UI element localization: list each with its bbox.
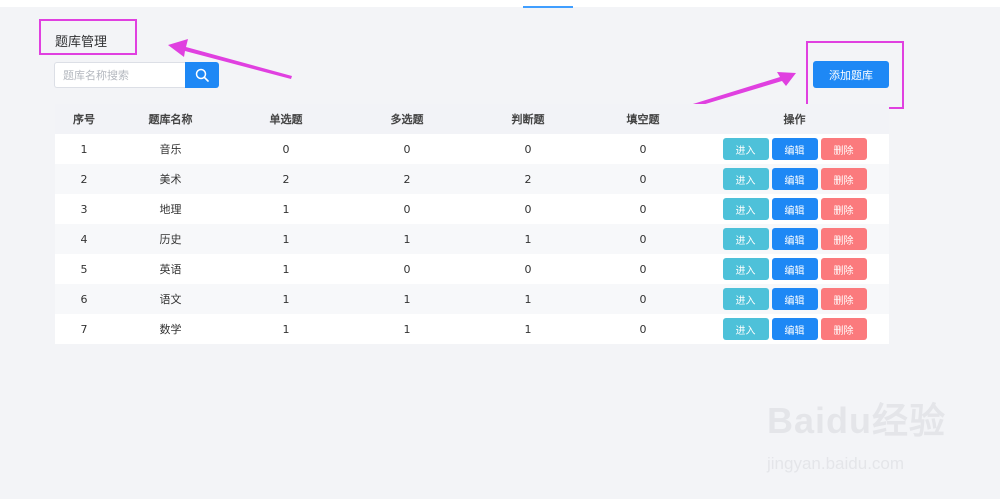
- cell-actions: 进入 编辑 删除: [700, 288, 889, 310]
- cell-fill-blank: 0: [639, 322, 647, 336]
- cell-single-choice: 1: [282, 292, 290, 306]
- cell-name: 数学: [159, 323, 182, 336]
- cell-multiple-choice: 1: [403, 322, 411, 336]
- table-row: 6 语文 1 1 1 0 进入 编辑 删除: [55, 284, 889, 314]
- cell-name: 音乐: [159, 143, 182, 156]
- table-row: 5 英语 1 0 0 0 进入 编辑 删除: [55, 254, 889, 284]
- cell-multiple-choice: 1: [403, 292, 411, 306]
- table-header: 序号 题库名称 单选题 多选题 判断题 填空题 操作: [55, 104, 889, 134]
- cell-fill-blank: 0: [639, 232, 647, 246]
- delete-button[interactable]: 删除: [820, 138, 867, 160]
- column-header-single-choice: 单选题: [269, 113, 303, 126]
- cell-multiple-choice: 0: [403, 202, 411, 216]
- cell-fill-blank: 0: [639, 292, 647, 306]
- cell-actions: 进入 编辑 删除: [700, 138, 889, 160]
- enter-button[interactable]: 进入: [722, 198, 769, 220]
- cell-true-false: 2: [524, 172, 532, 186]
- table-body: 1 音乐 0 0 0 0 进入 编辑 删除 2 美术 2 2 2 0 进入 编辑 删除 3 地理 1 0 0 0 进入 编辑 删除 4…: [55, 134, 889, 344]
- table-row: 4 历史 1 1 1 0 进入 编辑 删除: [55, 224, 889, 254]
- cell-true-false: 0: [524, 202, 532, 216]
- enter-button[interactable]: 进入: [722, 318, 769, 340]
- search-bar: [54, 62, 219, 88]
- cell-multiple-choice: 0: [403, 262, 411, 276]
- cell-single-choice: 1: [282, 202, 290, 216]
- question-bank-table: 序号 题库名称 单选题 多选题 判断题 填空题 操作 1 音乐 0 0 0 0 进入 编辑 删除…: [55, 104, 889, 344]
- column-header-name: 题库名称: [148, 113, 193, 126]
- cell-actions: 进入 编辑 删除: [700, 198, 889, 220]
- cell-true-false: 0: [524, 262, 532, 276]
- column-header-multiple-choice: 多选题: [390, 113, 424, 126]
- column-header-true-false: 判断题: [511, 113, 545, 126]
- cell-actions: 进入 编辑 删除: [700, 318, 889, 340]
- table-row: 1 音乐 0 0 0 0 进入 编辑 删除: [55, 134, 889, 164]
- cell-true-false: 1: [524, 232, 532, 246]
- edit-button[interactable]: 编辑: [771, 168, 818, 190]
- cell-multiple-choice: 2: [403, 172, 411, 186]
- edit-button[interactable]: 编辑: [771, 228, 818, 250]
- edit-button[interactable]: 编辑: [771, 318, 818, 340]
- delete-button[interactable]: 删除: [820, 228, 867, 250]
- delete-button[interactable]: 删除: [820, 198, 867, 220]
- cell-index: 2: [80, 172, 88, 186]
- edit-button[interactable]: 编辑: [771, 198, 818, 220]
- baidu-jingyan-watermark: Baidu经验 jingyan.baidu.com: [765, 392, 985, 482]
- search-icon: [195, 68, 209, 82]
- table-row: 3 地理 1 0 0 0 进入 编辑 删除: [55, 194, 889, 224]
- cell-true-false: 1: [524, 322, 532, 336]
- delete-button[interactable]: 删除: [820, 258, 867, 280]
- delete-button[interactable]: 删除: [820, 318, 867, 340]
- edit-button[interactable]: 编辑: [771, 288, 818, 310]
- cell-single-choice: 1: [282, 322, 290, 336]
- cell-name: 历史: [159, 233, 182, 246]
- cell-single-choice: 1: [282, 262, 290, 276]
- edit-button[interactable]: 编辑: [771, 258, 818, 280]
- enter-button[interactable]: 进入: [722, 228, 769, 250]
- watermark-brand: Baidu经验: [767, 400, 947, 441]
- cell-actions: 进入 编辑 删除: [700, 228, 889, 250]
- cell-true-false: 0: [524, 142, 532, 156]
- cell-single-choice: 2: [282, 172, 290, 186]
- cell-index: 1: [80, 142, 88, 156]
- table-row: 2 美术 2 2 2 0 进入 编辑 删除: [55, 164, 889, 194]
- cell-name: 地理: [159, 203, 182, 216]
- cell-single-choice: 1: [282, 232, 290, 246]
- edit-button[interactable]: 编辑: [771, 138, 818, 160]
- cell-actions: 进入 编辑 删除: [700, 168, 889, 190]
- top-bar: [0, 0, 1000, 7]
- delete-button[interactable]: 删除: [820, 288, 867, 310]
- cell-name: 语文: [159, 293, 182, 306]
- cell-true-false: 1: [524, 292, 532, 306]
- delete-button[interactable]: 删除: [820, 168, 867, 190]
- enter-button[interactable]: 进入: [722, 168, 769, 190]
- cell-actions: 进入 编辑 删除: [700, 258, 889, 280]
- column-header-actions: 操作: [783, 113, 806, 126]
- cell-name: 美术: [159, 173, 182, 186]
- cell-index: 3: [80, 202, 88, 216]
- column-header-fill-blank: 填空题: [626, 113, 660, 126]
- cell-single-choice: 0: [282, 142, 290, 156]
- cell-index: 7: [80, 322, 88, 336]
- watermark-url: jingyan.baidu.com: [767, 454, 905, 473]
- cell-multiple-choice: 0: [403, 142, 411, 156]
- cell-fill-blank: 0: [639, 172, 647, 186]
- add-question-bank-button[interactable]: 添加题库: [813, 61, 889, 88]
- search-input[interactable]: [54, 62, 185, 88]
- cell-name: 英语: [159, 263, 182, 276]
- enter-button[interactable]: 进入: [722, 258, 769, 280]
- column-header-index: 序号: [73, 113, 95, 126]
- enter-button[interactable]: 进入: [722, 138, 769, 160]
- cell-index: 5: [80, 262, 88, 276]
- cell-index: 6: [80, 292, 88, 306]
- cell-index: 4: [80, 232, 88, 246]
- cell-multiple-choice: 1: [403, 232, 411, 246]
- cell-fill-blank: 0: [639, 142, 647, 156]
- cell-fill-blank: 0: [639, 202, 647, 216]
- title-highlight-box: [39, 19, 137, 55]
- enter-button[interactable]: 进入: [722, 288, 769, 310]
- cell-fill-blank: 0: [639, 262, 647, 276]
- table-row: 7 数学 1 1 1 0 进入 编辑 删除: [55, 314, 889, 344]
- search-button[interactable]: [185, 62, 219, 88]
- active-tab-indicator: [523, 6, 573, 8]
